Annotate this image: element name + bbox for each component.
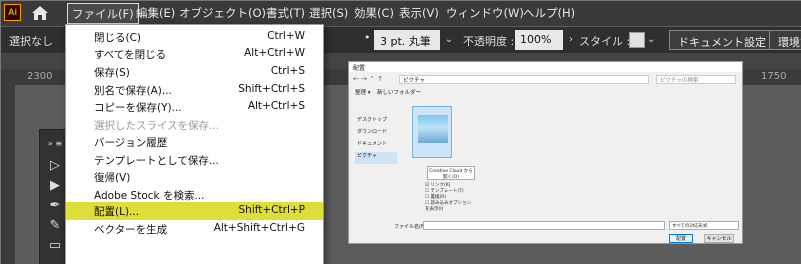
ruler-mark: 1750	[761, 71, 787, 82]
place-button[interactable]: 配置	[669, 234, 693, 243]
sidebar-item-documents[interactable]: ドキュメント	[355, 140, 397, 152]
selection-status: 選択なし	[9, 35, 53, 48]
dialog-toolbar: 整理 ▾ 新しいフォルダー	[349, 88, 742, 100]
illustrator-logo-icon[interactable]: Ai	[4, 4, 21, 21]
menu-item-shortcut: Ctrl+W	[267, 30, 305, 42]
document-settings-button[interactable]: ドキュメント設定	[669, 30, 775, 50]
menu-item-label: 配置(L)...	[94, 206, 140, 218]
menu-item-shortcut: Alt+Shift+Ctrl+G	[213, 222, 305, 234]
place-options: ☑ リンク(K) ☐ テンプレート(T) ☐ 置換(R) ☐ 読み込みオプション…	[425, 182, 475, 212]
file-type-select[interactable]: すべての対応形式	[669, 221, 739, 230]
opacity-label[interactable]: 不透明度 :	[463, 33, 514, 49]
menu-item-shortcut: Shift+Ctrl+S	[238, 83, 305, 95]
menu-item-label: バージョン履歴	[94, 137, 168, 149]
ruler-mark: 2300	[27, 71, 53, 82]
menu-item-shortcut: Shift+Ctrl+P	[238, 204, 305, 216]
menu-item-save-as[interactable]: 別名で保存(A)... Shift+Ctrl+S	[66, 81, 323, 99]
organize-button[interactable]: 整理 ▾	[355, 88, 371, 96]
menu-select[interactable]: 選択(S)	[309, 5, 348, 21]
menu-type[interactable]: 書式(T)	[266, 5, 305, 21]
preferences-button[interactable]: 環境設	[769, 30, 801, 50]
menu-item-generate-vector[interactable]: ベクターを生成 Alt+Shift+Ctrl+G	[66, 220, 323, 238]
nav-arrows-icon[interactable]: ← → ⌃ ↑	[353, 75, 397, 84]
menu-file[interactable]: ファイル(F)	[67, 3, 139, 24]
sidebar-item-pictures[interactable]: ピクチャ	[355, 152, 397, 164]
direct-selection-icon[interactable]: ▷	[46, 158, 64, 174]
sidebar-item-downloads[interactable]: ダウンロード	[355, 128, 397, 140]
chevron-down-icon[interactable]: ⌄	[442, 30, 456, 50]
style-swatch[interactable]	[629, 32, 645, 48]
selection-tool-icon[interactable]: ▶	[46, 178, 64, 194]
menu-item-save-template[interactable]: テンプレートとして保存...	[66, 151, 323, 169]
dialog-title: 配置	[349, 62, 742, 72]
menu-item-shortcut: Ctrl+S	[270, 65, 305, 77]
file-menu-dropdown: 閉じる(C) Ctrl+W すべてを閉じる Alt+Ctrl+W 保存(S) C…	[65, 24, 324, 264]
opacity-arrow-icon[interactable]: ›	[565, 30, 577, 50]
menu-item-shortcut: Alt+Ctrl+W	[244, 47, 305, 59]
menu-item-save-slices: 選択したスライスを保存...	[66, 116, 323, 134]
new-folder-button[interactable]: 新しいフォルダー	[377, 88, 421, 96]
search-input[interactable]: ピクチャの検索	[656, 75, 736, 84]
sidebar-item-desktop[interactable]: デスクトップ	[355, 116, 397, 128]
place-dialog: 配置 ← → ⌃ ↑ ピクチャ ピクチャの検索 整理 ▾ 新しいフォルダー デス…	[348, 61, 743, 244]
menu-item-place[interactable]: 配置(L)... Shift+Ctrl+P	[66, 202, 323, 220]
bullet-icon: •	[364, 31, 371, 44]
menu-item-label: 復帰(V)	[94, 172, 131, 184]
menu-item-label: 別名で保存(A)...	[94, 85, 172, 97]
dialog-sidebar: デスクトップ ダウンロード ドキュメント ピクチャ	[355, 116, 397, 164]
menu-item-version-history[interactable]: バージョン履歴	[66, 133, 323, 151]
menu-effect[interactable]: 効果(C)	[354, 5, 394, 21]
style-label: スタイル :	[579, 35, 631, 48]
brush-stroke-select[interactable]: 3 pt. 丸筆	[374, 30, 440, 50]
option-import-checkbox[interactable]: ☐ 読み込みオプションを表示(I)	[425, 200, 475, 212]
menu-item-label: 保存(S)	[94, 67, 130, 79]
panel-grip-icon[interactable]: » ≡	[46, 136, 64, 152]
menu-bar: Ai ファイル(F) 編集(E) オブジェクト(O) 書式(T) 選択(S) 効…	[1, 1, 801, 26]
menu-item-label: Adobe Stock を検索...	[94, 190, 205, 202]
menu-item-label: 閉じる(C)	[94, 32, 142, 44]
menu-item-revert[interactable]: 復帰(V)	[66, 168, 323, 186]
menu-edit[interactable]: 編集(E)	[136, 5, 175, 21]
option-label: 読み込みオプションを表示(I)	[425, 201, 471, 212]
brush-tool-icon[interactable]: ✎	[46, 218, 64, 234]
menu-object[interactable]: オブジェクト(O)	[179, 5, 266, 21]
menu-item-save[interactable]: 保存(S) Ctrl+S	[66, 63, 323, 81]
menu-view[interactable]: 表示(V)	[399, 5, 439, 21]
menu-item-label: テンプレートとして保存...	[94, 155, 219, 167]
menu-window[interactable]: ウィンドウ(W)	[446, 5, 524, 21]
menu-item-close-all[interactable]: すべてを閉じる Alt+Ctrl+W	[66, 45, 323, 63]
rectangle-tool-icon[interactable]: ▭	[46, 238, 64, 254]
creative-cloud-button[interactable]: Creative Cloud から開く(O)	[427, 166, 475, 180]
cancel-button[interactable]: キャンセル	[704, 234, 734, 243]
home-icon[interactable]	[31, 5, 49, 21]
menu-item-shortcut: Alt+Ctrl+S	[247, 100, 305, 112]
pen-tool-icon[interactable]: ✒	[46, 198, 64, 214]
address-bar[interactable]: ピクチャ	[399, 75, 649, 84]
menu-item-label: 選択したスライスを保存...	[94, 120, 220, 132]
menu-item-label: すべてを閉じる	[94, 49, 167, 61]
menu-item-label: コピーを保存(Y)...	[94, 102, 182, 114]
menu-item-label: ベクターを生成	[94, 224, 168, 236]
filename-input[interactable]	[423, 221, 665, 230]
chevron-down-icon[interactable]: ⌄	[647, 32, 659, 48]
image-preview	[418, 115, 448, 143]
menu-item-save-copy[interactable]: コピーを保存(Y)... Alt+Ctrl+S	[66, 98, 323, 116]
menu-help[interactable]: ヘルプ(H)	[523, 5, 575, 21]
menu-item-close[interactable]: 閉じる(C) Ctrl+W	[66, 28, 323, 46]
vertical-ruler	[1, 85, 15, 264]
opacity-input[interactable]: 100%	[515, 30, 563, 50]
file-thumbnail[interactable]	[412, 106, 452, 158]
